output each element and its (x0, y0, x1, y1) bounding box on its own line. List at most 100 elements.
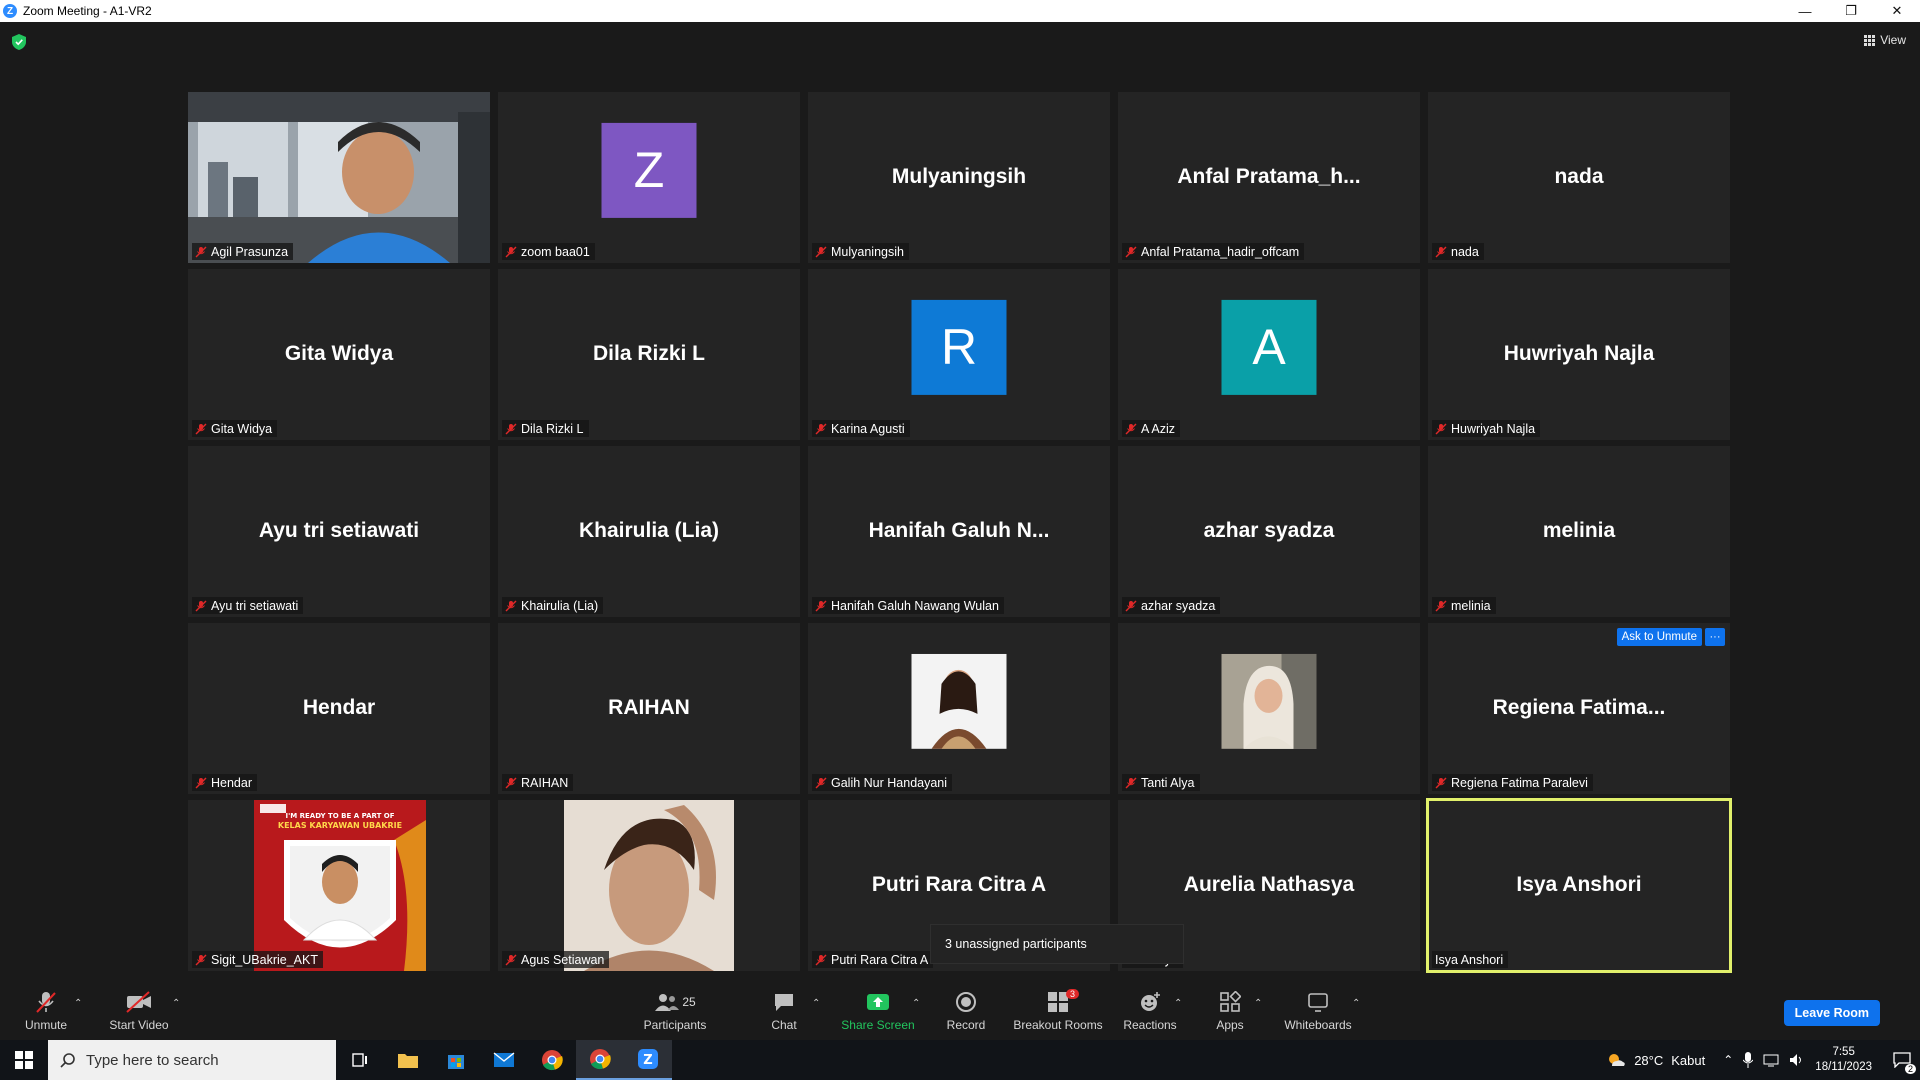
audio-options-caret[interactable]: ⌃ (74, 998, 82, 1009)
view-button[interactable]: View (1864, 33, 1906, 47)
chat-button[interactable]: Chat (764, 980, 804, 1040)
folder-icon (398, 1054, 418, 1068)
task-view-button[interactable] (336, 1040, 384, 1080)
record-button[interactable]: Record (944, 980, 988, 1040)
security-shield-icon[interactable] (12, 34, 26, 50)
participant-tile[interactable]: nada nada (1428, 92, 1730, 263)
participant-tile[interactable]: melinia melinia (1428, 446, 1730, 617)
participant-name: Mulyaningsih (831, 244, 904, 259)
ask-to-unmute-button[interactable]: Ask to Unmute (1616, 628, 1702, 646)
system-clock[interactable]: 7:55 18/11/2023 (1815, 1045, 1872, 1075)
participant-name: Anfal Pratama_hadir_offcam (1141, 244, 1300, 259)
participant-tile[interactable]: Z zoom baa01 (498, 92, 800, 263)
task-view-icon (352, 1053, 367, 1067)
whiteboards-button[interactable]: Whiteboards (1282, 980, 1354, 1040)
participant-tile[interactable]: azhar syadza azhar syadza (1118, 446, 1420, 617)
participant-name: Sigit_UBakrie_AKT (211, 952, 318, 967)
participant-tile[interactable]: Huwriyah Najla Huwriyah Najla (1428, 269, 1730, 440)
chat-icon (775, 993, 793, 1011)
participant-name: Tanti Alya (1141, 775, 1195, 790)
tile-more-button[interactable]: ··· (1705, 628, 1725, 646)
search-placeholder: Type here to search (86, 1051, 219, 1069)
participant-tile[interactable]: Galih Nur Handayani (808, 623, 1110, 794)
participant-tile[interactable]: Dila Rizki L Dila Rizki L (498, 269, 800, 440)
poster-line-1: I'M READY TO BE A PART OF (285, 812, 394, 820)
muted-mic-icon (815, 954, 827, 965)
participant-name: azhar syadza (1141, 598, 1216, 613)
window-title: Zoom Meeting - A1-VR2 (23, 4, 152, 18)
participant-tile[interactable]: R Karina Agusti (808, 269, 1110, 440)
mail-taskbar[interactable] (480, 1040, 528, 1080)
participant-display-name: melinia (1542, 518, 1616, 542)
participant-display-name: Mulyaningsih (891, 164, 1027, 188)
microphone-icon[interactable] (1743, 1052, 1754, 1068)
start-button[interactable] (0, 1040, 48, 1080)
muted-mic-icon (505, 600, 517, 611)
start-video-button[interactable]: Start Video (104, 980, 174, 1040)
muted-mic-icon (36, 991, 56, 1013)
participant-tile[interactable]: Ayu tri setiawati Ayu tri setiawati (188, 446, 490, 617)
reactions-options-caret[interactable]: ⌃ (1174, 998, 1182, 1009)
store-taskbar[interactable] (432, 1040, 480, 1080)
leave-room-button[interactable]: Leave Room (1783, 1000, 1880, 1026)
participant-tile[interactable]: Mulyaningsih Mulyaningsih (808, 92, 1110, 263)
muted-mic-icon (815, 246, 827, 257)
share-screen-icon (867, 993, 889, 1010)
participant-tile[interactable]: Tanti Alya (1118, 623, 1420, 794)
notification-center-button[interactable]: 2 (1884, 1040, 1920, 1080)
participant-display-name: azhar syadza (1203, 518, 1335, 542)
volume-icon[interactable] (1789, 1053, 1805, 1067)
participant-name: melinia (1451, 598, 1491, 613)
participant-tile[interactable]: Khairulia (Lia) Khairulia (Lia) (498, 446, 800, 617)
zoom-taskbar[interactable]: Z (624, 1040, 672, 1080)
participant-tile[interactable]: Hendar Hendar (188, 623, 490, 794)
network-icon[interactable] (1763, 1053, 1779, 1067)
participant-display-name: Anfal Pratama_h... (1177, 164, 1361, 188)
reactions-button[interactable]: Reactions (1122, 980, 1178, 1040)
close-button[interactable]: ✕ (1874, 0, 1920, 22)
participant-tile-active-speaker[interactable]: Isya Anshori Isya Anshori (1426, 798, 1732, 973)
muted-mic-icon (505, 777, 517, 788)
apps-options-caret[interactable]: ⌃ (1254, 998, 1262, 1009)
participant-tile[interactable]: Gita Widya Gita Widya (188, 269, 490, 440)
unmute-label: Unmute (24, 1017, 68, 1032)
restore-button[interactable]: ❐ (1828, 0, 1874, 22)
breakout-rooms-button[interactable]: 3 Breakout Rooms (1012, 980, 1104, 1040)
participant-name: A Aziz (1141, 421, 1176, 436)
participant-name: Khairulia (Lia) (521, 598, 599, 613)
participant-tile[interactable]: Agil Prasunza (188, 92, 490, 263)
minimize-button[interactable]: — (1782, 0, 1828, 22)
taskbar-search-box[interactable]: Type here to search (48, 1040, 336, 1080)
participant-tile[interactable]: Anfal Pratama_h... Anfal Pratama_hadir_o… (1118, 92, 1420, 263)
show-hidden-icons-chevron[interactable]: ⌃ (1723, 1053, 1733, 1067)
video-options-caret[interactable]: ⌃ (172, 998, 180, 1009)
chrome-icon (542, 1050, 563, 1071)
apps-label: Apps (1216, 1017, 1244, 1032)
file-explorer-taskbar[interactable] (384, 1040, 432, 1080)
share-screen-button[interactable]: Share Screen (838, 980, 918, 1040)
chrome-taskbar[interactable] (528, 1040, 576, 1080)
unmute-button[interactable]: Unmute (18, 980, 74, 1040)
muted-mic-icon (195, 777, 207, 788)
chat-options-caret[interactable]: ⌃ (812, 998, 820, 1009)
participant-tile[interactable]: Hanifah Galuh N... Hanifah Galuh Nawang … (808, 446, 1110, 617)
share-options-caret[interactable]: ⌃ (912, 998, 920, 1009)
video-grid: Agil Prasunza Z zoom baa01 Mulyaningsih … (188, 92, 1732, 973)
muted-mic-icon (1435, 423, 1447, 434)
participant-name: nada (1451, 244, 1479, 259)
participant-tile[interactable]: A A Aziz (1118, 269, 1420, 440)
whiteboards-options-caret[interactable]: ⌃ (1352, 998, 1360, 1009)
apps-button[interactable]: Apps (1212, 980, 1248, 1040)
participant-display-name: Khairulia (Lia) (578, 518, 720, 542)
participant-name: Huwriyah Najla (1451, 421, 1536, 436)
participant-profile-photo (911, 653, 1007, 749)
participant-tile[interactable]: RAIHAN RAIHAN (498, 623, 800, 794)
participant-tile[interactable]: Ask to Unmute ··· Regiena Fatima... Regi… (1428, 623, 1730, 794)
svg-text:Z: Z (643, 1053, 652, 1068)
participant-tile[interactable]: I'M READY TO BE A PART OF KELAS KARYAWAN… (188, 800, 490, 971)
participant-name: Agil Prasunza (211, 244, 289, 259)
participants-button[interactable]: 25 Participants (638, 980, 712, 1040)
participant-tile[interactable]: Agus Setiawan (498, 800, 800, 971)
chrome-profile-taskbar[interactable] (576, 1040, 624, 1080)
whiteboard-icon (1308, 992, 1328, 1012)
